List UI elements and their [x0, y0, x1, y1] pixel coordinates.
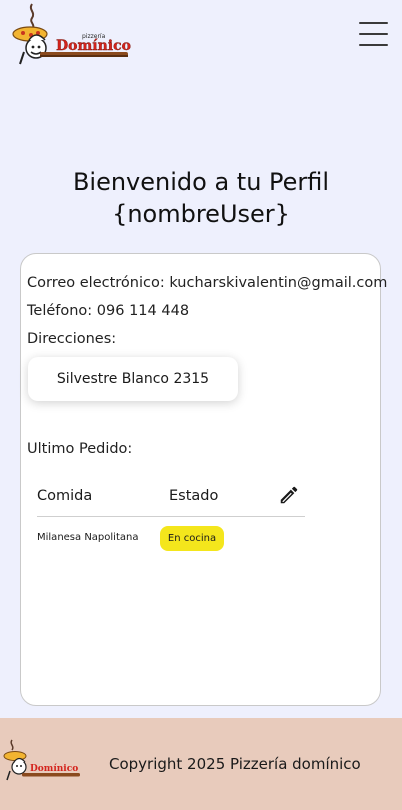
- hamburger-menu-icon: [359, 22, 388, 24]
- email-info: Correo electrónico: kucharskivalentin@gm…: [27, 275, 388, 291]
- footer: Domínico Copyright 2025 Pizzería domínic…: [0, 718, 402, 810]
- copyright-text: Copyright 2025 Pizzería domínico: [109, 755, 361, 773]
- column-header-food: Comida: [37, 488, 93, 504]
- addresses-label: Direcciones:: [27, 331, 117, 347]
- logo-text: Domínico: [56, 38, 131, 54]
- welcome-heading: Bienvenido a tu Perfil: [72, 168, 330, 196]
- page-title: Bienvenido a tu Perfil {nombreUser}: [0, 166, 402, 230]
- header: pizzería Domínico: [0, 0, 402, 72]
- username-heading: {nombreUser}: [112, 200, 290, 228]
- pencil-edit-icon[interactable]: [278, 484, 300, 506]
- footer-logo-text: Domínico: [30, 763, 78, 774]
- status-badge: En cocina: [160, 526, 224, 551]
- phone-info: Teléfono: 096 114 448: [27, 303, 190, 319]
- pizzeria-logo[interactable]: pizzería Domínico: [10, 0, 134, 70]
- profile-card: Correo electrónico: kucharskivalentin@gm…: [20, 253, 387, 706]
- menu-button[interactable]: [359, 22, 388, 46]
- address-item[interactable]: Silvestre Blanco 2315: [28, 357, 238, 401]
- column-header-status: Estado: [169, 488, 219, 504]
- order-table-header: Comida Estado: [37, 480, 305, 517]
- footer-logo: Domínico: [3, 739, 80, 781]
- order-food-cell: Milanesa Napolitana: [37, 532, 139, 543]
- last-order-label: Ultimo Pedido:: [27, 441, 133, 457]
